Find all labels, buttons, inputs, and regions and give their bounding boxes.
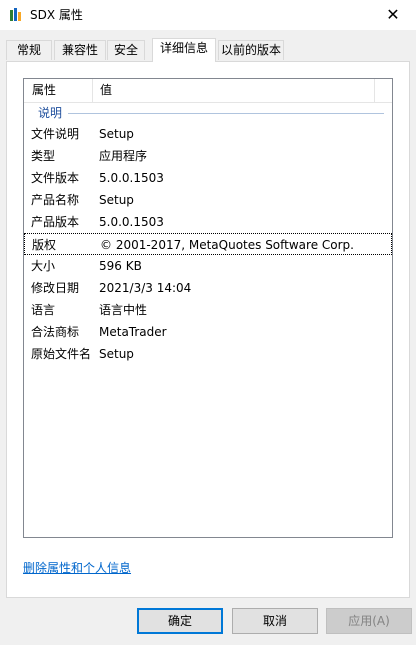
tab-previous-versions[interactable]: 以前的版本 xyxy=(218,40,284,60)
property-name: 修改日期 xyxy=(31,281,80,295)
property-name: 版权 xyxy=(32,238,57,252)
table-row[interactable]: 大小 596 KB xyxy=(24,255,392,277)
table-row[interactable]: 合法商标 MetaTrader xyxy=(24,321,392,343)
table-row[interactable]: 语言 语言中性 xyxy=(24,299,392,321)
property-value: 语言中性 xyxy=(99,303,148,317)
window-title: SDX 属性 xyxy=(30,8,83,22)
column-divider[interactable] xyxy=(92,79,93,102)
tab-compatibility[interactable]: 兼容性 xyxy=(54,40,106,60)
property-value: © 2001-2017, MetaQuotes Software Corp. xyxy=(100,238,354,252)
property-name: 文件说明 xyxy=(31,127,80,141)
property-name: 原始文件名 xyxy=(31,347,92,361)
title-bar: SDX 属性 ✕ xyxy=(0,0,416,30)
property-name: 产品版本 xyxy=(31,215,80,229)
group-header-description: 说明 xyxy=(24,103,392,123)
property-value: 应用程序 xyxy=(99,149,148,163)
table-row[interactable]: 文件说明 Setup xyxy=(24,123,392,145)
apply-button[interactable]: 应用(A) xyxy=(326,608,412,634)
tab-details[interactable]: 详细信息 xyxy=(152,38,216,62)
list-header: 属性 值 xyxy=(24,79,392,103)
table-row[interactable]: 产品版本 5.0.0.1503 xyxy=(24,211,392,233)
property-name: 大小 xyxy=(31,259,56,273)
property-name: 语言 xyxy=(31,303,56,317)
remove-properties-link[interactable]: 删除属性和个人信息 xyxy=(23,559,131,576)
property-value: Setup xyxy=(99,347,134,361)
property-value: 596 KB xyxy=(99,259,142,273)
group-divider-line xyxy=(68,113,384,114)
property-name: 文件版本 xyxy=(31,171,80,185)
details-list[interactable]: 属性 值 说明 文件说明 Setup 类型 应用程序 文件版本 5.0.0.15… xyxy=(23,78,393,538)
details-panel: 属性 值 说明 文件说明 Setup 类型 应用程序 文件版本 5.0.0.15… xyxy=(6,61,410,598)
table-row[interactable]: 类型 应用程序 xyxy=(24,145,392,167)
tab-strip: 常规 兼容性 安全 详细信息 以前的版本 xyxy=(6,38,410,62)
group-label: 说明 xyxy=(38,106,63,120)
app-icon xyxy=(10,8,21,21)
table-row[interactable]: 产品名称 Setup xyxy=(24,189,392,211)
property-value: 5.0.0.1503 xyxy=(99,171,164,185)
column-header-value[interactable]: 值 xyxy=(100,79,112,102)
property-value: 2021/3/3 14:04 xyxy=(99,281,192,295)
cancel-button[interactable]: 取消 xyxy=(232,608,318,634)
table-row[interactable]: 原始文件名 Setup xyxy=(24,343,392,365)
property-value: Setup xyxy=(99,193,134,207)
tab-security[interactable]: 安全 xyxy=(107,40,145,60)
property-name: 类型 xyxy=(31,149,56,163)
column-header-property[interactable]: 属性 xyxy=(32,79,56,102)
property-name: 产品名称 xyxy=(31,193,80,207)
table-row[interactable]: 文件版本 5.0.0.1503 xyxy=(24,167,392,189)
column-divider[interactable] xyxy=(374,79,375,102)
tab-general[interactable]: 常规 xyxy=(6,40,52,60)
table-row-selected[interactable]: 版权 © 2001-2017, MetaQuotes Software Corp… xyxy=(24,233,392,255)
property-name: 合法商标 xyxy=(31,325,80,339)
table-row[interactable]: 修改日期 2021/3/3 14:04 xyxy=(24,277,392,299)
property-value: Setup xyxy=(99,127,134,141)
close-button[interactable]: ✕ xyxy=(370,0,416,30)
property-value: MetaTrader xyxy=(99,325,167,339)
ok-button[interactable]: 确定 xyxy=(137,608,223,634)
property-value: 5.0.0.1503 xyxy=(99,215,164,229)
